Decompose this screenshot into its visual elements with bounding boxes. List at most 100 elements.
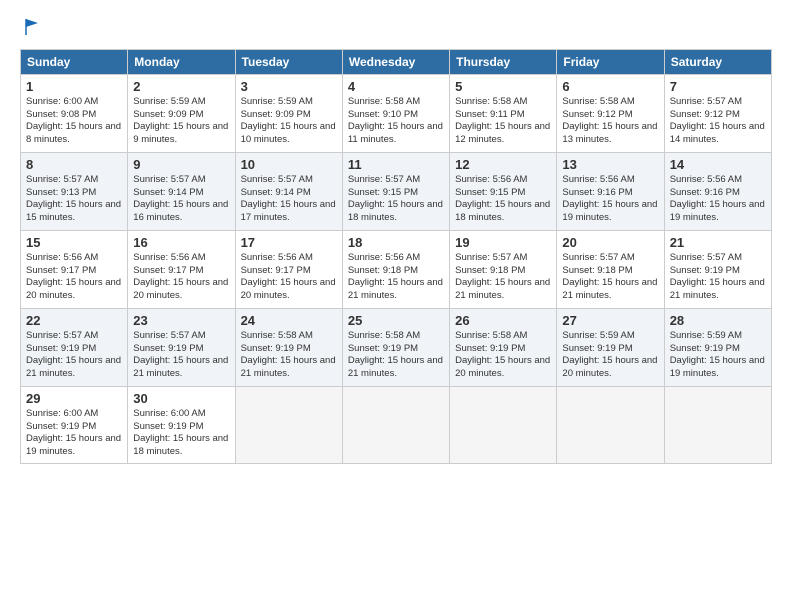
calendar-cell: 18 Sunrise: 5:56 AMSunset: 9:18 PMDayligh… <box>342 230 449 308</box>
day-info: Sunrise: 5:57 AMSunset: 9:18 PMDaylight:… <box>562 252 658 303</box>
header-monday: Monday <box>128 49 235 74</box>
day-info: Sunrise: 5:58 AMSunset: 9:19 PMDaylight:… <box>241 330 337 381</box>
calendar-cell <box>235 386 342 463</box>
day-number: 30 <box>133 391 229 406</box>
day-number: 22 <box>26 313 122 328</box>
header-sunday: Sunday <box>21 49 128 74</box>
day-info: Sunrise: 5:56 AMSunset: 9:15 PMDaylight:… <box>455 174 551 225</box>
day-number: 9 <box>133 157 229 172</box>
day-info: Sunrise: 5:56 AMSunset: 9:17 PMDaylight:… <box>241 252 337 303</box>
day-number: 7 <box>670 79 766 94</box>
week-row-5: 29Sunrise: 6:00 AMSunset: 9:19 PMDayligh… <box>21 386 772 463</box>
day-number: 5 <box>455 79 551 94</box>
calendar-cell: 26 Sunrise: 5:58 AMSunset: 9:19 PMDayligh… <box>450 308 557 386</box>
day-number: 28 <box>670 313 766 328</box>
header-tuesday: Tuesday <box>235 49 342 74</box>
calendar-cell: 2 Sunrise: 5:59 AMSunset: 9:09 PMDaylight… <box>128 74 235 152</box>
logo <box>20 16 44 39</box>
calendar-cell: 11 Sunrise: 5:57 AMSunset: 9:15 PMDayligh… <box>342 152 449 230</box>
calendar-cell <box>557 386 664 463</box>
logo-text <box>20 16 44 43</box>
day-number: 11 <box>348 157 444 172</box>
day-number: 26 <box>455 313 551 328</box>
calendar-cell: 1 Sunrise: 6:00 AMSunset: 9:08 PMDaylight… <box>21 74 128 152</box>
day-info: Sunrise: 5:56 AMSunset: 9:18 PMDaylight:… <box>348 252 444 303</box>
calendar-cell <box>342 386 449 463</box>
day-number: 3 <box>241 79 337 94</box>
day-number: 15 <box>26 235 122 250</box>
calendar-cell: 4 Sunrise: 5:58 AMSunset: 9:10 PMDaylight… <box>342 74 449 152</box>
day-info: Sunrise: 6:00 AMSunset: 9:19 PMDaylight:… <box>133 408 229 459</box>
calendar-cell: 21 Sunrise: 5:57 AMSunset: 9:19 PMDayligh… <box>664 230 771 308</box>
day-number: 20 <box>562 235 658 250</box>
day-info: Sunrise: 5:57 AMSunset: 9:15 PMDaylight:… <box>348 174 444 225</box>
day-info: Sunrise: 5:57 AMSunset: 9:18 PMDaylight:… <box>455 252 551 303</box>
day-number: 17 <box>241 235 337 250</box>
calendar-cell: 23 Sunrise: 5:57 AMSunset: 9:19 PMDayligh… <box>128 308 235 386</box>
calendar-cell: 10Sunrise: 5:57 AMSunset: 9:14 PMDayligh… <box>235 152 342 230</box>
day-info: Sunrise: 6:00 AMSunset: 9:19 PMDaylight:… <box>26 408 122 459</box>
day-info: Sunrise: 5:58 AMSunset: 9:11 PMDaylight:… <box>455 96 551 147</box>
calendar-cell: 12 Sunrise: 5:56 AMSunset: 9:15 PMDayligh… <box>450 152 557 230</box>
day-info: Sunrise: 5:59 AMSunset: 9:19 PMDaylight:… <box>562 330 658 381</box>
calendar-cell: 22 Sunrise: 5:57 AMSunset: 9:19 PMDayligh… <box>21 308 128 386</box>
calendar-cell: 17 Sunrise: 5:56 AMSunset: 9:17 PMDayligh… <box>235 230 342 308</box>
calendar-cell: 19 Sunrise: 5:57 AMSunset: 9:18 PMDayligh… <box>450 230 557 308</box>
day-number: 24 <box>241 313 337 328</box>
calendar-cell: 24 Sunrise: 5:58 AMSunset: 9:19 PMDayligh… <box>235 308 342 386</box>
day-number: 8 <box>26 157 122 172</box>
calendar-cell: 9 Sunrise: 5:57 AMSunset: 9:14 PMDaylight… <box>128 152 235 230</box>
day-number: 18 <box>348 235 444 250</box>
day-number: 6 <box>562 79 658 94</box>
day-info: Sunrise: 5:56 AMSunset: 9:17 PMDaylight:… <box>133 252 229 303</box>
day-number: 14 <box>670 157 766 172</box>
week-row-2: 8 Sunrise: 5:57 AMSunset: 9:13 PMDaylight… <box>21 152 772 230</box>
day-number: 19 <box>455 235 551 250</box>
day-info: Sunrise: 5:57 AMSunset: 9:14 PMDaylight:… <box>241 174 337 225</box>
day-info: Sunrise: 5:57 AMSunset: 9:19 PMDaylight:… <box>670 252 766 303</box>
calendar-cell: 15 Sunrise: 5:56 AMSunset: 9:17 PMDayligh… <box>21 230 128 308</box>
calendar-cell <box>664 386 771 463</box>
day-info: Sunrise: 5:57 AMSunset: 9:14 PMDaylight:… <box>133 174 229 225</box>
header-row: SundayMondayTuesdayWednesdayThursdayFrid… <box>21 49 772 74</box>
day-number: 16 <box>133 235 229 250</box>
logo-flag-icon <box>22 16 44 38</box>
calendar-cell: 7Sunrise: 5:57 AMSunset: 9:12 PMDaylight… <box>664 74 771 152</box>
calendar-cell <box>450 386 557 463</box>
day-info: Sunrise: 5:58 AMSunset: 9:12 PMDaylight:… <box>562 96 658 147</box>
day-info: Sunrise: 5:57 AMSunset: 9:13 PMDaylight:… <box>26 174 122 225</box>
day-number: 13 <box>562 157 658 172</box>
header-thursday: Thursday <box>450 49 557 74</box>
calendar-cell: 8 Sunrise: 5:57 AMSunset: 9:13 PMDaylight… <box>21 152 128 230</box>
day-info: Sunrise: 5:56 AMSunset: 9:16 PMDaylight:… <box>670 174 766 225</box>
day-info: Sunrise: 5:59 AMSunset: 9:09 PMDaylight:… <box>241 96 337 147</box>
calendar-cell: 27 Sunrise: 5:59 AMSunset: 9:19 PMDayligh… <box>557 308 664 386</box>
calendar-cell: 6 Sunrise: 5:58 AMSunset: 9:12 PMDaylight… <box>557 74 664 152</box>
day-info: Sunrise: 5:56 AMSunset: 9:16 PMDaylight:… <box>562 174 658 225</box>
day-info: Sunrise: 5:59 AMSunset: 9:19 PMDaylight:… <box>670 330 766 381</box>
calendar-cell: 30 Sunrise: 6:00 AMSunset: 9:19 PMDayligh… <box>128 386 235 463</box>
calendar-cell: 20 Sunrise: 5:57 AMSunset: 9:18 PMDayligh… <box>557 230 664 308</box>
week-row-3: 15 Sunrise: 5:56 AMSunset: 9:17 PMDayligh… <box>21 230 772 308</box>
calendar-page: SundayMondayTuesdayWednesdayThursdayFrid… <box>0 0 792 612</box>
day-number: 25 <box>348 313 444 328</box>
day-number: 23 <box>133 313 229 328</box>
day-number: 27 <box>562 313 658 328</box>
day-info: Sunrise: 5:57 AMSunset: 9:19 PMDaylight:… <box>26 330 122 381</box>
day-number: 12 <box>455 157 551 172</box>
calendar-cell: 14 Sunrise: 5:56 AMSunset: 9:16 PMDayligh… <box>664 152 771 230</box>
header-saturday: Saturday <box>664 49 771 74</box>
day-info: Sunrise: 5:58 AMSunset: 9:19 PMDaylight:… <box>455 330 551 381</box>
day-number: 2 <box>133 79 229 94</box>
calendar-table: SundayMondayTuesdayWednesdayThursdayFrid… <box>20 49 772 464</box>
day-info: Sunrise: 5:57 AMSunset: 9:19 PMDaylight:… <box>133 330 229 381</box>
calendar-cell: 13 Sunrise: 5:56 AMSunset: 9:16 PMDayligh… <box>557 152 664 230</box>
day-number: 21 <box>670 235 766 250</box>
day-number: 4 <box>348 79 444 94</box>
day-info: Sunrise: 5:59 AMSunset: 9:09 PMDaylight:… <box>133 96 229 147</box>
calendar-cell: 16 Sunrise: 5:56 AMSunset: 9:17 PMDayligh… <box>128 230 235 308</box>
day-info: Sunrise: 5:58 AMSunset: 9:10 PMDaylight:… <box>348 96 444 147</box>
day-number: 1 <box>26 79 122 94</box>
day-info: Sunrise: 5:56 AMSunset: 9:17 PMDaylight:… <box>26 252 122 303</box>
day-info: Sunrise: 6:00 AMSunset: 9:08 PMDaylight:… <box>26 96 122 147</box>
